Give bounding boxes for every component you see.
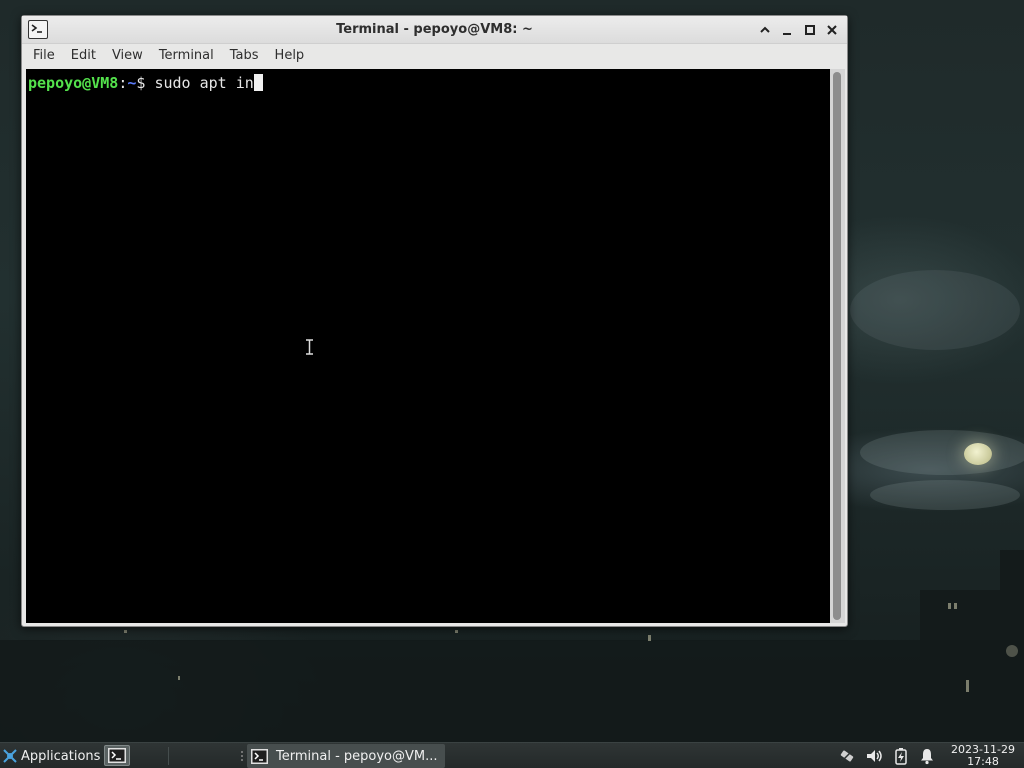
wallpaper-cloud: [860, 430, 1024, 475]
ibeam-cursor-icon: [306, 339, 313, 355]
terminal-output[interactable]: pepoyo@VM8:~$ sudo apt in: [26, 69, 830, 623]
terminal-icon: [251, 748, 268, 764]
window-title: Terminal - pepoyo@VM8: ~: [336, 22, 533, 37]
terminal-window[interactable]: Terminal - pepoyo@VM8: ~ File Edit View …: [21, 15, 848, 627]
menu-file[interactable]: File: [25, 44, 63, 68]
maximize-icon: [805, 25, 815, 35]
wallpaper-window-light: [954, 603, 957, 609]
terminal-launcher[interactable]: [104, 745, 130, 766]
wallpaper-clock-tower: [1006, 645, 1018, 657]
taskbar-separator: [168, 747, 169, 765]
wallpaper-window-light: [648, 635, 651, 641]
terminal-icon: [108, 748, 126, 763]
terminal-scrollbar[interactable]: [830, 69, 845, 623]
applications-menu-button[interactable]: Applications: [2, 743, 100, 768]
prompt-symbol: $: [136, 74, 155, 92]
wallpaper-building: [1000, 550, 1024, 610]
menu-terminal[interactable]: Terminal: [151, 44, 222, 68]
notification-bell-icon[interactable]: [918, 747, 936, 765]
window-titlebar[interactable]: Terminal - pepoyo@VM8: ~: [22, 16, 847, 44]
minimize-button[interactable]: [778, 21, 796, 39]
close-button[interactable]: [823, 21, 841, 39]
minimize-icon: [783, 33, 791, 35]
wallpaper-window-light: [948, 603, 951, 609]
maximize-button[interactable]: [801, 21, 819, 39]
wallpaper-cloud: [870, 480, 1020, 510]
wallpaper-window-light: [966, 680, 969, 692]
wallpaper-town: [0, 640, 1024, 742]
prompt-colon: :: [118, 74, 128, 92]
wallpaper-moon: [964, 443, 992, 465]
volume-icon[interactable]: [865, 747, 883, 765]
menu-tabs[interactable]: Tabs: [222, 44, 267, 68]
scrollbar-thumb[interactable]: [833, 72, 841, 620]
menu-view[interactable]: View: [104, 44, 151, 68]
taskbar-window-label: Terminal - pepoyo@VM...: [276, 748, 438, 764]
wallpaper-window-light: [124, 630, 127, 633]
text-cursor: [253, 74, 263, 91]
menu-help[interactable]: Help: [267, 44, 313, 68]
clock-time: 17:48: [967, 755, 999, 768]
wallpaper-window-light: [178, 676, 180, 680]
clock[interactable]: 2023-11-29 17:48: [946, 744, 1020, 768]
network-disconnected-icon[interactable]: [838, 747, 856, 765]
chevron-up-icon: [760, 26, 770, 33]
applications-label: Applications: [21, 748, 101, 764]
drag-handle-icon[interactable]: [240, 750, 244, 762]
command-text: sudo apt in: [154, 74, 254, 92]
xfce-logo-icon: [3, 749, 17, 763]
wallpaper-cloud: [850, 270, 1020, 350]
taskbar: Applications Terminal - pepoyo@VM... 202…: [0, 742, 1024, 768]
taskbar-window-terminal[interactable]: Terminal - pepoyo@VM...: [247, 744, 445, 768]
wallpaper-window-light: [455, 630, 458, 633]
shade-button[interactable]: [756, 21, 774, 39]
prompt-line: pepoyo@VM8:~$ sudo apt in: [28, 74, 830, 92]
menu-bar: File Edit View Terminal Tabs Help: [22, 44, 847, 68]
menu-edit[interactable]: Edit: [63, 44, 104, 68]
prompt-user: pepoyo@VM8: [28, 74, 119, 92]
battery-charging-icon[interactable]: [892, 747, 910, 765]
close-icon: [827, 25, 837, 35]
